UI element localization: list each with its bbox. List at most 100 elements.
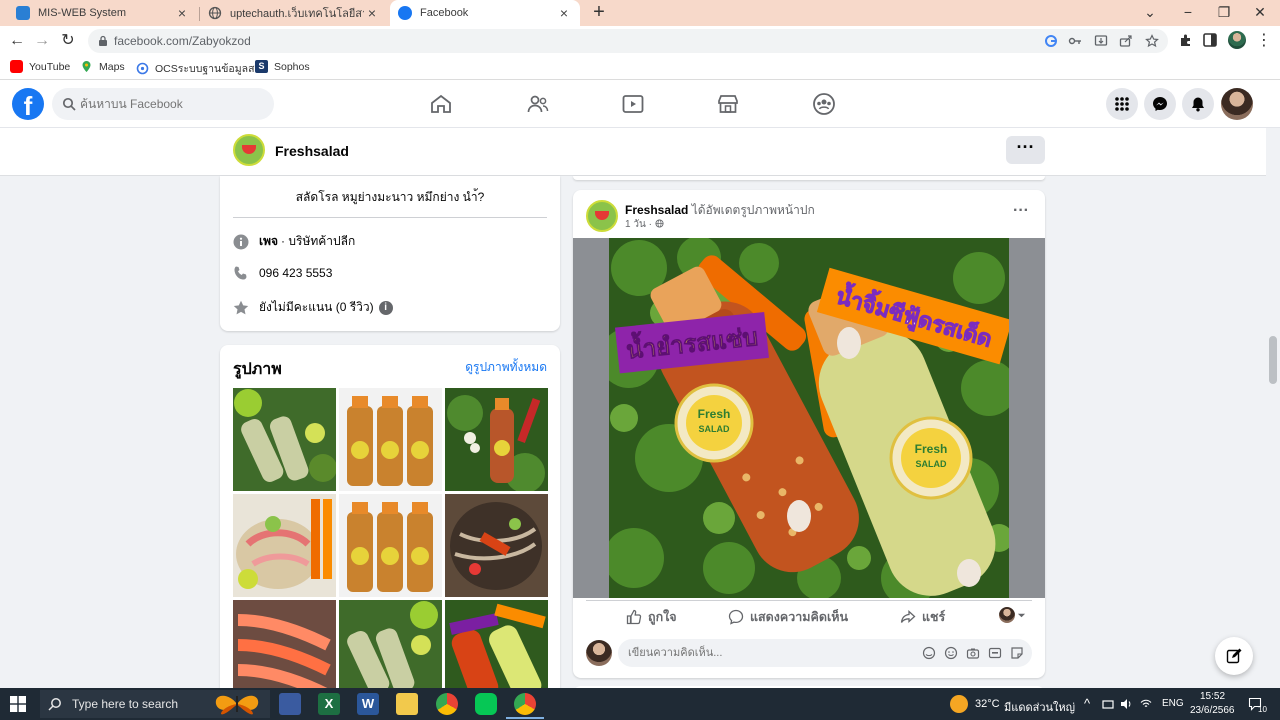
marketplace-icon[interactable] [716,92,740,116]
bell-icon [1192,97,1204,112]
extensions-icon[interactable] [1178,32,1194,48]
emoji-icon[interactable] [944,646,958,660]
watch-icon[interactable] [621,92,645,116]
facebook-icon [398,6,412,20]
bookmark-star-icon[interactable] [1145,34,1159,48]
search-input[interactable] [80,94,264,114]
messenger-button[interactable] [1144,88,1176,120]
key-icon[interactable] [1068,34,1082,48]
post-author-avatar[interactable] [586,200,618,232]
page-title[interactable]: Freshsalad [275,143,349,159]
bookmark-youtube[interactable]: YouTube [10,60,70,73]
chevron-down-icon[interactable]: ⌄ [1132,0,1168,26]
bookmark-label: OCSระบบฐานข้อมูลส ... [155,63,267,75]
photo-thumbnail[interactable] [233,388,336,491]
post-image-frame[interactable]: Fresh SALAD Fresh SALAD น้ำยำรสแซ่บ น้ำจ… [573,238,1045,598]
photo-thumbnail[interactable] [233,494,336,597]
commenter-avatar [586,640,612,666]
word-icon[interactable]: W [357,693,379,715]
post-as-selector[interactable] [999,607,1026,623]
post-author-name[interactable]: Freshsalad [625,203,688,217]
share-page-icon[interactable] [1119,34,1133,48]
side-panel-icon[interactable] [1202,32,1218,48]
chrome-icon[interactable] [436,693,458,715]
search-icon [62,97,76,111]
sticker-icon[interactable] [1010,646,1024,660]
reviews-info-badge[interactable]: i [378,300,393,315]
groups-icon[interactable] [812,92,836,116]
notifications-button[interactable] [1182,88,1214,120]
previous-post-edge [573,176,1045,180]
minimize-button[interactable]: − [1170,0,1206,26]
home-icon[interactable] [429,92,453,116]
page-scrollbar[interactable] [1266,128,1280,688]
windows-start-icon[interactable] [10,696,26,712]
photo-thumbnail[interactable] [445,494,548,597]
like-button[interactable]: ถูกใจ [626,607,677,627]
page-avatar[interactable] [233,134,265,166]
account-avatar[interactable] [1221,88,1253,120]
photo-thumbnail[interactable] [339,388,442,491]
tab-facebook[interactable]: Facebook × [390,0,580,26]
post-image[interactable]: Fresh SALAD Fresh SALAD น้ำยำรสแซ่บ น้ำจ… [609,238,1009,598]
close-window-button[interactable]: ✕ [1242,0,1278,26]
install-app-icon[interactable] [1094,34,1108,48]
input-language[interactable]: ENG [1162,698,1184,709]
comment-button[interactable]: แสดงความคิดเห็น [728,607,848,627]
bookmark-maps[interactable]: Maps [80,60,125,73]
close-icon[interactable]: × [364,5,380,21]
facebook-search[interactable] [52,88,274,120]
file-explorer-icon[interactable] [396,693,418,715]
camera-icon[interactable] [966,646,980,660]
app-icon-1[interactable] [279,693,301,715]
wifi-icon[interactable] [1140,698,1152,710]
bookmark-ocs[interactable]: OCSระบบฐานข้อมูลส ... [136,60,266,77]
google-icon[interactable] [1044,34,1058,48]
lock-icon [99,35,107,46]
grid-menu-icon [1115,97,1129,111]
chrome-active-icon[interactable] [514,693,536,715]
new-tab-button[interactable]: + [588,2,610,24]
friends-icon[interactable] [526,92,550,116]
avatar-sticker-icon[interactable] [922,646,936,660]
volume-icon[interactable] [1120,698,1132,710]
photo-thumbnail[interactable] [339,494,442,597]
gif-icon[interactable] [988,646,1002,660]
tab-mis-web[interactable]: MIS-WEB System × [8,0,198,26]
back-button[interactable]: ← [5,30,29,52]
post-timestamp[interactable]: 1 วัน · [625,217,664,232]
facebook-logo[interactable]: f [12,88,44,121]
new-message-button[interactable] [1215,637,1253,675]
post-more-button[interactable]: ··· [1013,202,1029,220]
comment-input[interactable] [628,644,908,662]
clock-date[interactable]: 23/6/2566 [1190,705,1235,716]
browser-profile-avatar[interactable] [1228,31,1246,49]
tab-uptechauth[interactable]: uptechauth.เว็บเทคโนโลยีสารสนเทศ × [200,0,388,26]
phone-number: 096 423 5553 [259,266,333,280]
close-icon[interactable]: × [174,5,190,21]
page-more-button[interactable]: ··· [1006,136,1045,164]
bookmark-sophos[interactable]: S Sophos [255,60,310,73]
comment-box[interactable] [618,639,1032,667]
address-bar[interactable]: facebook.com/Zabyokzod [88,29,1168,53]
close-icon[interactable]: × [556,5,572,21]
weather-icon[interactable] [950,695,968,713]
see-all-photos-link[interactable]: ดูรูปภาพทั้งหมด [465,358,547,377]
scrollbar-thumb[interactable] [1269,336,1277,384]
chevron-up-icon[interactable]: ^ [1084,696,1090,711]
share-button[interactable]: แชร์ [900,607,945,627]
forward-button[interactable]: → [30,30,54,52]
photo-thumbnail[interactable] [445,388,548,491]
butterfly-icon[interactable] [208,690,266,718]
menu-button[interactable] [1106,88,1138,120]
tab-label: uptechauth.เว็บเทคโนโลยีสารสนเทศ [230,8,364,20]
clock-time[interactable]: 15:52 [1200,691,1225,702]
comment-composer [586,638,1032,668]
browser-menu-button[interactable]: ⋮ [1252,30,1276,52]
reload-button[interactable]: ↻ [56,30,80,52]
chevron-down-icon [1017,613,1026,617]
excel-icon[interactable]: X [318,693,340,715]
network-status-icon[interactable] [1102,698,1114,710]
maximize-button[interactable]: ❐ [1206,0,1242,26]
line-icon[interactable] [475,693,497,715]
